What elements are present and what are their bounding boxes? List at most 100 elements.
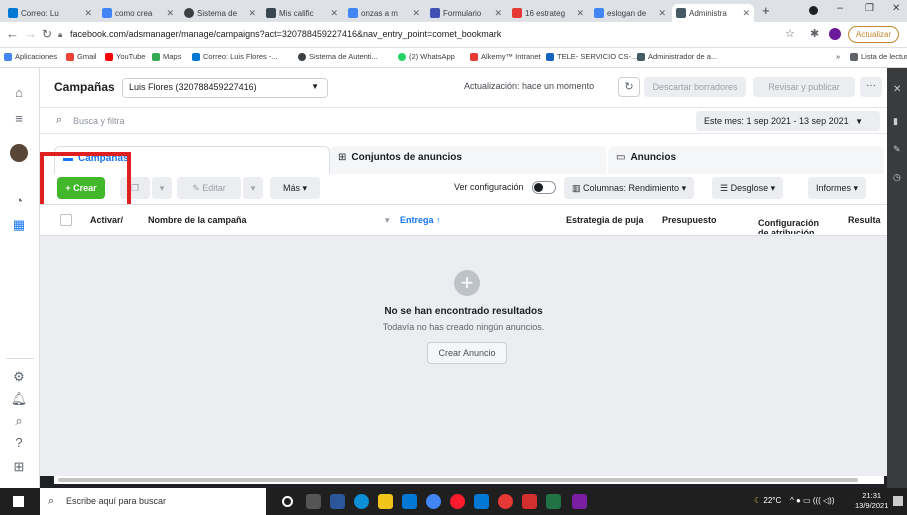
excel-icon[interactable] — [546, 494, 561, 509]
opera-icon[interactable] — [450, 494, 465, 509]
task-view-icon[interactable] — [306, 494, 321, 509]
notification-center-icon[interactable] — [893, 496, 903, 506]
column-header[interactable]: Configuración de atribución — [758, 218, 820, 234]
close-icon[interactable]: ✕ — [163, 8, 174, 19]
bookmark-teleservicio[interactable]: TELE- SERVICIO CS-... — [546, 52, 637, 61]
bookmark-correo[interactable]: Correo: Luis Flores -... — [192, 52, 278, 61]
bookmark-overflow[interactable]: » — [836, 52, 840, 61]
taskbar-search-input[interactable]: ⌕ Escribe aquí para buscar — [40, 488, 266, 515]
close-icon[interactable]: ✕ — [245, 8, 256, 19]
column-header[interactable]: Nombre de la campaña — [148, 215, 247, 225]
avatar[interactable] — [829, 28, 841, 40]
column-header[interactable]: Entrega ↑ — [400, 215, 441, 225]
clock-icon[interactable]: ◷ — [893, 172, 901, 183]
column-header[interactable]: Estrategia de puja — [566, 215, 644, 225]
browser-tab[interactable]: eslogan de ✕ — [590, 4, 670, 22]
search-input[interactable]: Busca y filtra — [73, 116, 125, 126]
browser-tab[interactable]: Sistema de ✕ — [180, 4, 260, 22]
update-button[interactable]: Actualizar — [848, 26, 900, 43]
reports-button[interactable]: Informes ▾ — [808, 177, 867, 199]
scrollbar-thumb[interactable] — [58, 478, 858, 482]
column-header[interactable]: Activar/ — [90, 215, 123, 225]
discard-drafts-button[interactable]: Descartar borradores — [644, 77, 746, 97]
restore-icon[interactable]: ❐ — [865, 3, 874, 14]
weather-widget[interactable]: ☾ 22°C — [754, 496, 781, 505]
review-publish-button[interactable]: Revisar y publicar — [753, 77, 855, 97]
bookmark-maps[interactable]: Maps — [152, 52, 181, 61]
date-range-picker[interactable]: Este mes: 1 sep 2021 - 13 sep 2021 ▼ — [696, 111, 880, 131]
cortana-icon[interactable] — [282, 496, 293, 507]
bookmark-alkemy[interactable]: Alkemy™ Intranet — [470, 52, 541, 61]
close-icon[interactable]: ✕ — [573, 8, 584, 19]
close-icon[interactable]: ✕ — [655, 8, 666, 19]
columns-button[interactable]: ▥ Columnas: Rendimiento ▾ — [564, 177, 695, 199]
tab-ads[interactable]: ▭ Anuncios — [608, 146, 884, 174]
bookmark-whatsapp[interactable]: (2) WhatsApp — [398, 52, 455, 61]
browser-tab-active[interactable]: Administra ✕ — [672, 4, 754, 22]
column-header[interactable]: Resulta — [848, 215, 881, 225]
more-options-button[interactable]: ··· — [860, 77, 882, 97]
chrome-profile-dot-icon[interactable] — [809, 6, 818, 15]
duplicate-dropdown[interactable]: ▾ — [152, 177, 172, 199]
create-ad-button[interactable]: Crear Anuncio — [427, 342, 507, 364]
browser-tab[interactable]: Mis calific ✕ — [262, 4, 342, 22]
close-icon[interactable]: ✕ — [409, 8, 420, 19]
view-config-toggle[interactable] — [532, 181, 556, 194]
clock[interactable]: 21:31 13/9/2021 — [855, 491, 888, 511]
bookmark-sistema[interactable]: Sistema de Autenti... — [298, 52, 378, 61]
settings-icon[interactable]: ⚙ — [10, 368, 28, 386]
word-icon[interactable] — [330, 494, 345, 509]
browser-tab[interactable]: Correo: Lu ✕ — [4, 4, 96, 22]
teams-icon[interactable] — [572, 494, 587, 509]
browser-tab[interactable]: como crea ✕ — [98, 4, 178, 22]
tray-icons[interactable]: ^ ● ▭ ((( ◁)) — [790, 496, 835, 505]
reading-list[interactable]: Lista de lectura — [850, 52, 907, 61]
breakdown-button[interactable]: ☰ Desglose ▾ — [712, 177, 784, 199]
window-close-icon[interactable]: ✕ — [892, 3, 900, 14]
star-icon[interactable]: ☆ — [785, 27, 795, 40]
notifications-icon[interactable]: 🔔︎ — [10, 390, 28, 408]
reload-icon[interactable]: ↻ — [42, 26, 52, 42]
minimize-icon[interactable]: – — [837, 2, 843, 14]
browser-tab[interactable]: onzas a m ✕ — [344, 4, 424, 22]
url-field[interactable]: facebook.com/adsmanager/manage/campaigns… — [70, 26, 501, 42]
more-button[interactable]: Más ▾ — [270, 177, 320, 199]
avatar[interactable] — [10, 144, 28, 162]
new-tab-icon[interactable]: + — [762, 3, 770, 18]
bookmark-apps[interactable]: Aplicaciones — [4, 52, 57, 61]
close-icon[interactable]: ✕ — [327, 8, 338, 19]
edge-icon[interactable] — [354, 494, 369, 509]
edit-button[interactable]: ✎ Editar — [177, 177, 241, 199]
campaigns-table-icon[interactable]: ▦ — [10, 216, 28, 234]
sort-icon[interactable]: ▾ — [385, 215, 390, 226]
file-explorer-icon[interactable] — [378, 494, 393, 509]
close-icon[interactable]: ✕ — [739, 8, 750, 19]
pdf-icon[interactable] — [522, 494, 537, 509]
forward-icon[interactable]: → — [24, 26, 37, 42]
report-icon[interactable]: ⊞ — [10, 458, 28, 476]
horizontal-scrollbar[interactable] — [54, 476, 884, 484]
bookmark-admin[interactable]: Administrador de a... — [637, 52, 717, 61]
account-selector[interactable]: Luis Flores (320788459227416) ▼ — [122, 78, 328, 98]
column-header[interactable]: Presupuesto — [662, 215, 717, 225]
tab-adsets[interactable]: ⊞ Conjuntos de anuncios — [330, 146, 606, 174]
close-icon[interactable]: ✕ — [491, 8, 502, 19]
home-icon[interactable]: ⌂ — [10, 84, 28, 102]
browser-tab[interactable]: 16 estrateg ✕ — [508, 4, 588, 22]
refresh-button[interactable]: ↻ — [618, 77, 640, 97]
select-all-checkbox[interactable] — [60, 214, 72, 226]
app-icon[interactable] — [498, 494, 513, 509]
extensions-icon[interactable]: ✱ — [810, 27, 819, 40]
store-icon[interactable] — [474, 494, 489, 509]
close-icon[interactable]: ✕ — [81, 8, 92, 19]
windows-start-icon[interactable] — [13, 496, 24, 507]
mail-icon[interactable] — [402, 494, 417, 509]
bookmark-gmail[interactable]: Gmail — [66, 52, 97, 61]
edit-dropdown[interactable]: ▾ — [243, 177, 263, 199]
back-icon[interactable]: ← — [6, 26, 19, 42]
edit-icon[interactable]: ✎ — [893, 144, 901, 155]
close-icon[interactable]: ✕ — [893, 84, 901, 95]
search-icon[interactable]: ⌕ — [10, 412, 28, 430]
bookmark-youtube[interactable]: YouTube — [105, 52, 145, 61]
help-icon[interactable]: ? — [10, 434, 28, 452]
